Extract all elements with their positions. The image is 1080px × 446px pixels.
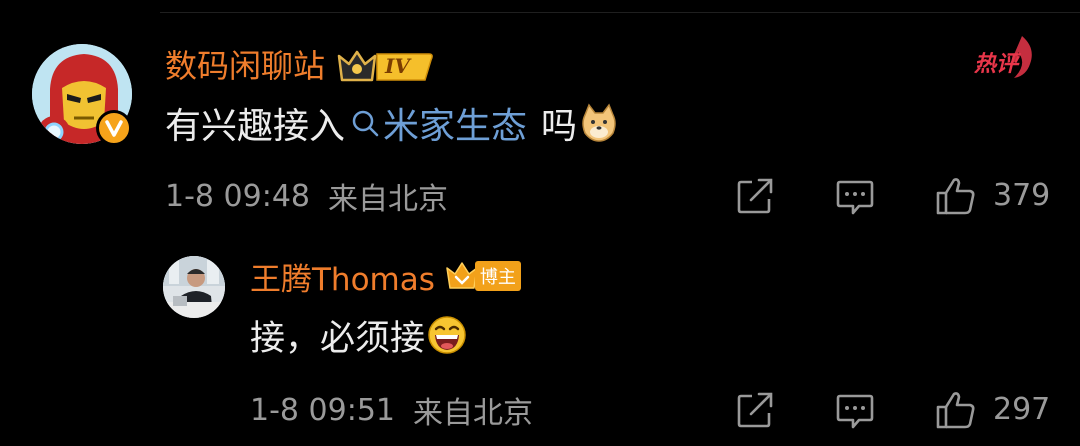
comment-icon[interactable] [835, 390, 875, 430]
person-photo-avatar-icon [163, 256, 225, 318]
comment-icon[interactable] [835, 176, 875, 216]
blogger-badge-label: 博主 [474, 261, 521, 291]
laughing-emoji-icon [428, 316, 466, 354]
level-badge-text: IV [385, 54, 410, 78]
timestamp: 1-8 09:48 [165, 178, 310, 214]
comment-author-row: 数码闲聊站 IV [165, 44, 435, 88]
verified-badge-icon [96, 110, 132, 146]
level-badge: IV [337, 46, 435, 86]
top-divider [160, 12, 1080, 13]
reply-like-count: 297 [993, 392, 1051, 427]
location: 来自北京 [328, 182, 448, 217]
like-count: 379 [993, 178, 1051, 213]
comment-meta: 1-8 09:48 来自北京 [165, 176, 448, 218]
like-icon[interactable] [935, 390, 977, 430]
reply-username[interactable]: 王腾Thomas [250, 254, 435, 299]
like-icon[interactable] [935, 176, 977, 216]
reply-actions: 297 [735, 388, 1055, 432]
comment-text: 有兴趣接入 米家生态 吗 [165, 98, 619, 148]
reply-location: 来自北京 [413, 396, 533, 431]
comment-actions: 379 [735, 174, 1055, 218]
topic-link-text: 米家生态 [383, 106, 528, 147]
reply-timestamp: 1-8 09:51 [250, 392, 395, 428]
reply-text-content: 接，必须接 [250, 318, 426, 359]
comment-text-end: 吗 [541, 106, 578, 147]
doge-emoji-icon [582, 103, 616, 142]
reply-text: 接，必须接 [250, 310, 467, 360]
hot-label: 热评 [974, 52, 1019, 77]
blogger-badge: 博主 [445, 259, 521, 293]
share-icon[interactable] [735, 176, 775, 216]
topic-link[interactable]: 米家生态 [351, 97, 527, 149]
reply-avatar[interactable] [163, 256, 225, 318]
reply-meta: 1-8 09:51 来自北京 [250, 390, 533, 432]
username[interactable]: 数码闲聊站 [165, 44, 325, 88]
crown-icon [446, 262, 478, 289]
comment-thread: 数码闲聊站 IV 热评 有兴趣接入 米家生态 吗 1-8 09:48 来自北京 … [0, 0, 1080, 446]
comment-text-start: 有兴趣接入 [165, 106, 346, 147]
reply-author-row: 王腾Thomas 博主 [250, 254, 521, 298]
share-icon[interactable] [735, 390, 775, 430]
search-icon [352, 110, 379, 137]
hot-comment-badge: 热评 [972, 34, 1042, 80]
